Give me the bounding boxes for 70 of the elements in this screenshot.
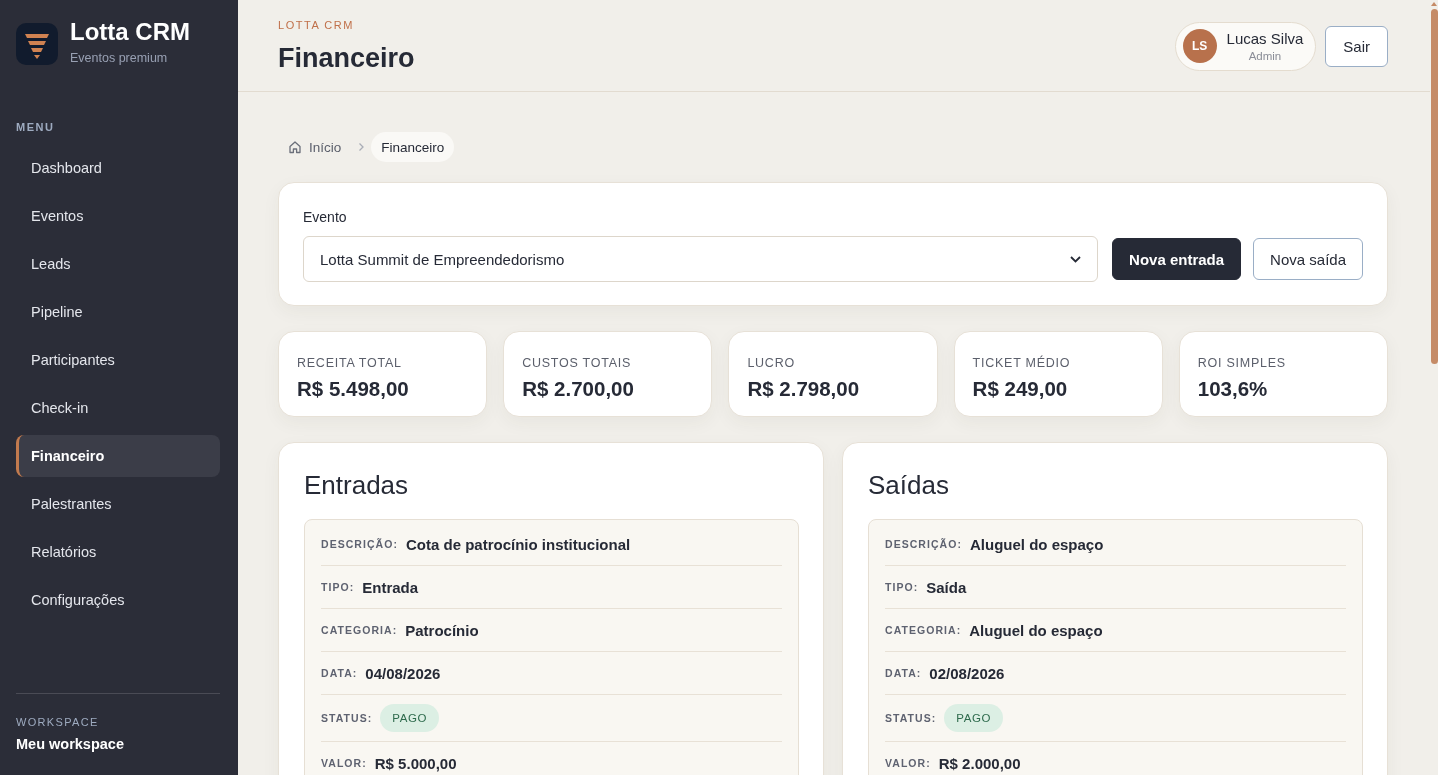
kpi-value: 103,6% [1197,376,1269,402]
breadcrumb-link[interactable]: Financeiro [371,132,455,162]
kpi-label: CUSTOS TOTAIS [522,356,633,371]
nav-item[interactable]: Palestrantes [16,483,220,525]
event-select[interactable]: Lotta Summit de Empreendedorismo [303,236,1099,282]
kpi-label: RECEITA TOTAL [297,356,403,371]
nav-item[interactable]: Configurações [16,579,220,621]
field-value: Saída [926,578,967,596]
logout-button[interactable]: Sair [1325,25,1388,67]
field-label: STATUS: [321,712,373,724]
status-badge: PAGO [380,704,439,732]
nav-item[interactable]: Relatórios [16,531,220,573]
field-value: Aluguel do espaço [970,535,1104,553]
page-title: Financeiro [278,43,415,74]
field-label: TIPO: [885,581,919,593]
brand-tagline: Eventos premium [70,51,169,65]
nav-item[interactable]: Eventos [16,195,220,237]
workspace-name[interactable]: Meu workspace [16,736,220,752]
kpi-value: R$ 2.700,00 [522,376,635,402]
funnel-logo-icon [16,23,58,65]
field-label: DESCRIÇÃO: [885,538,962,550]
panel-title: Saídas [868,469,950,501]
user-role: Admin [1248,50,1282,62]
kpi-value: R$ 249,00 [972,376,1069,402]
caret-icon [1070,255,1082,263]
user-avatar: LS [1182,29,1217,63]
kpi-label: TICKET MÉDIO [972,356,1072,371]
kpi-label: ROI SIMPLES [1197,356,1287,371]
kpi-label: LUCRO [747,356,796,371]
field-value: Entrada [362,578,419,596]
nav-item[interactable]: Check-in [16,387,220,429]
field-value: Patrocínio [405,621,479,639]
menu-heading: MENU [16,121,56,133]
kpi-value: R$ 2.798,00 [747,376,861,402]
nav-item[interactable]: Financeiro [16,435,220,477]
field-label: CATEGORIA: [885,624,962,636]
nav-item[interactable]: Pipeline [16,291,220,333]
field-label: DESCRIÇÃO: [321,538,398,550]
brand-name: Lotta CRM [70,19,190,45]
field-label: TIPO: [321,581,355,593]
user-name: Lucas Silva [1226,30,1304,47]
field-label: CATEGORIA: [321,624,398,636]
kpi-value: R$ 5.498,00 [297,376,410,402]
field-label: VALOR: [885,757,931,769]
field-value: Aluguel do espaço [969,621,1103,639]
breadcrumb-link[interactable]: Início [278,132,352,162]
workspace-heading: WORKSPACE [16,716,100,728]
field-value: R$ 2.000,00 [938,754,1021,772]
event-label: Evento [303,208,348,226]
field-label: DATA: [321,667,358,679]
scrollbar-thumb[interactable] [1430,9,1438,364]
new-expense-button[interactable]: Nova saída [1253,238,1363,280]
field-value: 02/08/2026 [929,664,1005,682]
home-icon [288,140,302,154]
panel-title: Entradas [304,469,410,501]
nav-item[interactable]: Leads [16,243,220,285]
field-label: STATUS: [885,712,937,724]
field-value: 04/08/2026 [365,664,441,682]
nav-item[interactable]: Dashboard [16,147,220,189]
new-income-button[interactable]: Nova entrada [1112,238,1242,280]
field-label: VALOR: [321,757,367,769]
user-chip[interactable]: LS Lucas Silva Admin [1174,21,1317,71]
status-badge: PAGO [944,704,1003,732]
field-label: DATA: [885,667,922,679]
field-value: Cota de patrocínio institucional [406,535,631,553]
nav-item[interactable]: Participantes [16,339,220,381]
page-eyebrow: LOTTA CRM [278,19,355,31]
chevron-right-icon [357,142,366,152]
scroll-up-icon[interactable] [1430,1,1438,7]
field-value: R$ 5.000,00 [374,754,457,772]
